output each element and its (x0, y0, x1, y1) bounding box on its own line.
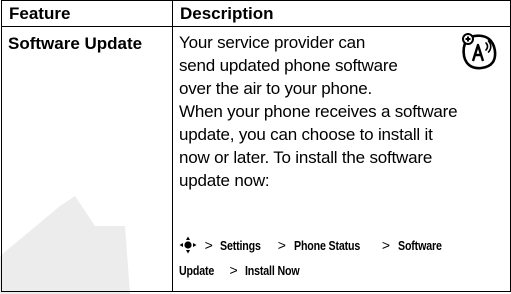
path-separator: > (229, 262, 238, 278)
table-header-row: Feature Description (1, 0, 511, 27)
navigation-key-icon (179, 236, 197, 254)
header-description: Description (172, 0, 511, 27)
menu-item-settings: Settings (220, 238, 262, 253)
menu-item-install-now: Install Now (245, 263, 300, 278)
description-line: update now: (179, 171, 270, 190)
header-feature: Feature (1, 0, 173, 27)
description-line: When your phone receives a software (179, 102, 458, 121)
menu-path: > Settings > Phone Status > Software Upd… (179, 233, 451, 283)
path-separator: > (204, 237, 213, 253)
description-line: over the air to your phone. (179, 79, 373, 98)
description-cell: Your service provider can send updated p… (172, 26, 511, 292)
table-row: Software Update Your service provider ca… (1, 26, 511, 292)
path-separator: > (277, 237, 286, 253)
path-separator: > (381, 237, 391, 253)
description-line: now or later. To install the software (179, 148, 433, 167)
ota-network-feature-icon (462, 33, 497, 70)
feature-name: Software Update (1, 26, 173, 292)
menu-item-software: Software (397, 238, 442, 253)
feature-table: Feature Description Software Update Your… (1, 0, 511, 292)
description-line: update, you can choose to install it (179, 125, 433, 144)
menu-item-update: Update (179, 263, 215, 278)
menu-item-phone-status: Phone Status (293, 238, 360, 253)
